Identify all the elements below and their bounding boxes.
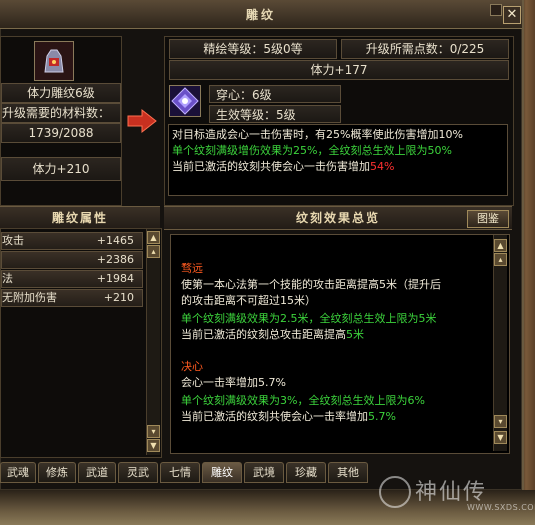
close-icon: ✕ <box>506 7 518 22</box>
effect-2-line-1: 会心一击率增加5.7% <box>181 376 286 389</box>
tab-wudao[interactable]: 武道 <box>78 462 116 483</box>
desc-line-3: 当前已激活的纹刻共使会心一击伤害增加54% <box>172 160 395 173</box>
site-watermark: 神仙传 WWW.SXDS.COM <box>375 470 535 520</box>
minimize-button[interactable] <box>490 4 502 16</box>
tab-diaowen[interactable]: 雕纹 <box>202 462 242 483</box>
watermark-text: 神仙传 <box>415 480 488 505</box>
upgrade-points: 升级所需点数：0/225 <box>341 39 509 59</box>
effect-1-line-2: 的攻击距离不可超过15米） <box>181 294 316 307</box>
tab-lingwu[interactable]: 灵武 <box>118 462 158 483</box>
effect-2-line-3: 当前已激活的纹刻共使会心一击率增加5.7% <box>181 410 396 423</box>
materials-label: 升级需要的材料数： <box>1 103 121 123</box>
left-item-panel: 体力雕纹6级 升级需要的材料数： 1739/2088 体力+210 <box>0 36 122 206</box>
scroll-down-button[interactable]: ▾ <box>147 425 160 438</box>
effect-1-title: 骛远 <box>181 262 203 275</box>
attribute-row: 法 +1984 <box>1 270 143 288</box>
overview-panel: 骛远 使第一本心法第一个技能的攻击距离提高5米（提升后 的攻击距离不可超过15米… <box>170 234 510 454</box>
materials-value: 1739/2088 <box>1 123 121 143</box>
attributes-panel: 攻击+1465 防御+2386 法+1984 无附加伤害+210 ▲ ▴ ▾ ▼ <box>0 228 162 458</box>
attribute-row: 攻击 +1465 <box>1 232 143 250</box>
tab-zhencang[interactable]: 珍藏 <box>286 462 326 483</box>
close-button[interactable]: ✕ <box>503 6 521 24</box>
scroll-top-button[interactable]: ▲ <box>494 239 507 252</box>
effect-2-line-2: 单个纹刻满级效果为3%，全纹刻总生效上限为6% <box>181 394 425 407</box>
attribute-row: 无附加伤害 +210 <box>1 289 143 307</box>
attribute-row: 防御+2386 <box>1 251 143 269</box>
attributes-scrollbar[interactable]: ▲ ▴ ▾ ▼ <box>146 229 160 455</box>
watermark-url: WWW.SXDS.COM <box>467 503 535 512</box>
desc-line-2: 单个纹刻满级增伤效果为25%，全纹刻总生效上限为50% <box>172 144 452 157</box>
desc-line-3-value: 54% <box>370 160 395 173</box>
desc-line-1: 对目标造成会心一击伤害时，有25%概率使此伤害增加10% <box>172 128 463 141</box>
titlebar: 雕纹 ✕ <box>0 0 522 29</box>
pierce-level: 穿心：6级 <box>209 85 341 103</box>
right-stat: 体力+177 <box>169 60 509 80</box>
effect-1-line-4: 当前已激活的纹刻总攻击距离提高5米 <box>181 328 364 341</box>
tab-wujing[interactable]: 武境 <box>244 462 284 483</box>
effect-1-line-3: 单个纹刻满级效果为2.5米，全纹刻总生效上限为5米 <box>181 312 437 325</box>
scroll-bottom-button[interactable]: ▼ <box>494 431 507 444</box>
overview-scrollbar[interactable]: ▲ ▴ ▾ ▼ <box>493 235 507 451</box>
tab-qiqing[interactable]: 七情 <box>160 462 200 483</box>
scroll-top-button[interactable]: ▲ <box>147 231 160 244</box>
left-stat: 体力+210 <box>1 157 121 181</box>
effect-2-title: 决心 <box>181 360 203 373</box>
item-name: 体力雕纹6级 <box>1 83 121 103</box>
refine-level: 精绘等级：5级0等 <box>169 39 337 59</box>
scroll-bottom-button[interactable]: ▼ <box>147 439 160 452</box>
tab-xiulian[interactable]: 修炼 <box>38 462 76 483</box>
overview-header: 纹刻效果总览 <box>164 206 512 230</box>
engraving-window: 雕纹 ✕ 体力雕纹6级 升级需要的材料数： 1739/2088 体力+210 精… <box>0 0 524 490</box>
tab-qita[interactable]: 其他 <box>328 462 368 483</box>
window-title: 雕纹 <box>245 8 276 22</box>
effect-level: 生效等级：5级 <box>209 105 341 123</box>
crystal-rune-icon[interactable] <box>169 85 201 117</box>
attributes-header: 雕纹属性 <box>0 206 160 230</box>
codex-button[interactable]: 图鉴 <box>467 210 509 228</box>
watermark-logo-icon <box>379 476 411 508</box>
scroll-up-button[interactable]: ▴ <box>147 245 160 258</box>
arrow-right-icon <box>127 108 157 134</box>
scroll-up-button[interactable]: ▴ <box>494 253 507 266</box>
gauntlet-icon[interactable] <box>34 41 74 81</box>
effect-description: 对目标造成会心一击伤害时，有25%概率使此伤害增加10% 单个纹刻满级增伤效果为… <box>168 124 508 196</box>
tab-wuhun[interactable]: 武魂 <box>0 462 36 483</box>
scroll-down-button[interactable]: ▾ <box>494 415 507 428</box>
effect-1-line-1: 使第一本心法第一个技能的攻击距离提高5米（提升后 <box>181 278 441 291</box>
